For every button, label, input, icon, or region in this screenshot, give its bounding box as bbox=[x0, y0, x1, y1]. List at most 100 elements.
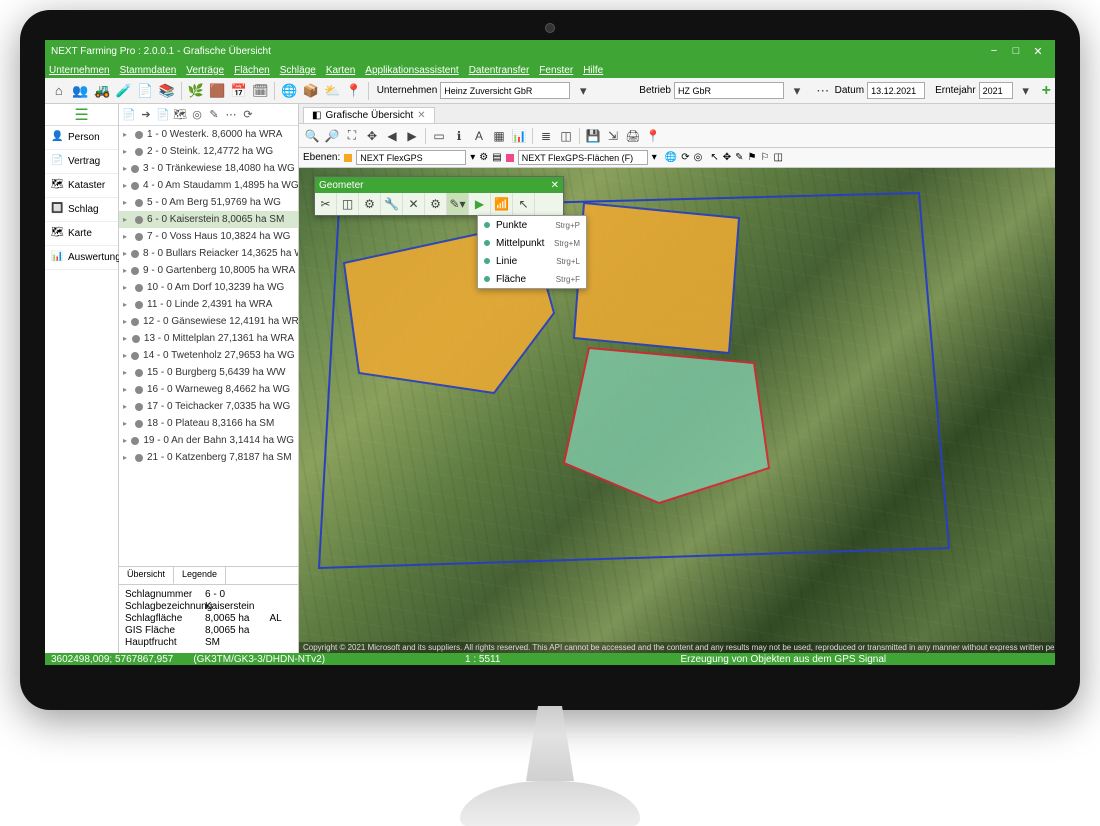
books-icon[interactable]: 📚 bbox=[157, 81, 177, 101]
tree-row[interactable]: ▸3 - 0 Tränkewiese 18,4080 ha WG bbox=[119, 160, 298, 177]
cursor-icon[interactable]: ↖ bbox=[710, 152, 718, 163]
tree-row[interactable]: ▸12 - 0 Gänsewiese 12,4191 ha WRA bbox=[119, 313, 298, 330]
layers-icon[interactable]: ≣ bbox=[537, 127, 555, 145]
barrel-icon[interactable]: 🧪 bbox=[114, 81, 134, 101]
nav-karte[interactable]: 🗺Karte bbox=[45, 222, 118, 246]
tractor-icon[interactable]: 🚜 bbox=[92, 81, 112, 101]
raster-icon[interactable]: ▦ bbox=[490, 127, 508, 145]
geometer-panel[interactable]: Geometer ✕ ✂ ◫ ⚙ 🔧 ✕ ⚙ ✎▾ ▶ bbox=[314, 176, 564, 216]
tree-row[interactable]: ▸18 - 0 Plateau 8,3166 ha SM bbox=[119, 415, 298, 432]
tree-row[interactable]: ▸21 - 0 Katzenberg 7,8187 ha SM bbox=[119, 449, 298, 466]
menu-hilfe[interactable]: Hilfe bbox=[583, 65, 603, 76]
doc-icon[interactable]: 📄 bbox=[122, 108, 136, 122]
edit-icon[interactable]: ✎ bbox=[207, 108, 221, 122]
pencil-icon[interactable]: ✎ bbox=[735, 152, 743, 163]
tree-row[interactable]: ▸5 - 0 Am Berg 51,9769 ha WG bbox=[119, 194, 298, 211]
doc2-icon[interactable]: 📄 bbox=[156, 108, 170, 122]
chart-icon[interactable]: 📊 bbox=[510, 127, 528, 145]
hamburger-icon[interactable]: ☰ bbox=[45, 104, 118, 126]
people-icon[interactable]: 👥 bbox=[71, 81, 91, 101]
betrieb-field[interactable] bbox=[674, 82, 784, 99]
layer1-field[interactable] bbox=[356, 150, 466, 165]
geometer-menu-fläche[interactable]: FlächeStrg+F bbox=[478, 270, 586, 288]
layer-tool2-icon[interactable]: ▤ bbox=[492, 152, 501, 163]
tree-row[interactable]: ▸17 - 0 Teichacker 7,0335 ha WG bbox=[119, 398, 298, 415]
tab-legende[interactable]: Legende bbox=[174, 567, 226, 584]
leaf-icon[interactable]: 🌿 bbox=[186, 81, 206, 101]
tool-window-icon[interactable]: ◫ bbox=[337, 193, 359, 215]
close-tab-icon[interactable]: ✕ bbox=[417, 110, 425, 121]
minimize-button[interactable]: − bbox=[983, 42, 1005, 60]
zoom-in-icon[interactable]: 🔍 bbox=[303, 127, 321, 145]
tree-row[interactable]: ▸16 - 0 Warneweg 8,4662 ha WG bbox=[119, 381, 298, 398]
packages-icon[interactable]: 📦 bbox=[301, 81, 321, 101]
tree-row[interactable]: ▸4 - 0 Am Staudamm 1,4895 ha WG bbox=[119, 177, 298, 194]
zoom-out-icon[interactable]: 🔎 bbox=[323, 127, 341, 145]
tree-row[interactable]: ▸6 - 0 Kaiserstein 8,0065 ha SM bbox=[119, 211, 298, 228]
back-icon[interactable]: ◀ bbox=[383, 127, 401, 145]
ellipsis-icon[interactable]: ⋯ bbox=[813, 81, 833, 101]
tab-map[interactable]: ◧ Grafische Übersicht ✕ bbox=[303, 107, 435, 123]
select-icon[interactable]: ▭ bbox=[430, 127, 448, 145]
close-button[interactable]: ✕ bbox=[1027, 42, 1049, 60]
tree-row[interactable]: ▸19 - 0 An der Bahn 3,1414 ha WG bbox=[119, 432, 298, 449]
tree-row[interactable]: ▸10 - 0 Am Dorf 10,3239 ha WG bbox=[119, 279, 298, 296]
tool-cursor-icon[interactable]: ↖ bbox=[513, 193, 535, 215]
geometer-menu-punkte[interactable]: PunkteStrg+P bbox=[478, 216, 586, 234]
layer-tool-icon[interactable]: ⚙ bbox=[479, 152, 488, 163]
tree-row[interactable]: ▸2 - 0 Steink. 12,4772 ha WG bbox=[119, 143, 298, 160]
menu-verträge[interactable]: Verträge bbox=[186, 65, 224, 76]
tool-settings-icon[interactable]: ⚙ bbox=[425, 193, 447, 215]
target-icon[interactable]: ◎ bbox=[190, 108, 204, 122]
move-icon[interactable]: ✥ bbox=[723, 152, 731, 163]
datum-field[interactable] bbox=[867, 82, 925, 99]
dropdown-icon[interactable]: ▾ bbox=[1016, 81, 1036, 101]
zoom-extent-icon[interactable]: ⛶ bbox=[343, 127, 361, 145]
map-icon[interactable]: 🗺 bbox=[173, 108, 187, 122]
nav-kataster[interactable]: 🗺Kataster bbox=[45, 174, 118, 198]
maximize-button[interactable]: □ bbox=[1005, 42, 1027, 60]
tool-wrench-icon[interactable]: 🔧 bbox=[381, 193, 403, 215]
tree-row[interactable]: ▸13 - 0 Mittelplan 27,1361 ha WRA bbox=[119, 330, 298, 347]
tab-uebersicht[interactable]: Übersicht bbox=[119, 567, 174, 584]
nav-person[interactable]: 👤Person bbox=[45, 126, 118, 150]
gps-pin-icon[interactable]: 📍 bbox=[644, 127, 662, 145]
tool-cut-icon[interactable]: ✂ bbox=[315, 193, 337, 215]
calendar-icon[interactable]: 📅 bbox=[229, 81, 249, 101]
tree-row[interactable]: ▸8 - 0 Bullars Reiacker 14,3625 ha WG bbox=[119, 245, 298, 262]
more-icon[interactable]: ⋯ bbox=[224, 108, 238, 122]
menu-unternehmen[interactable]: Unternehmen bbox=[49, 65, 110, 76]
tree-row[interactable]: ▸15 - 0 Burgberg 5,6439 ha WW bbox=[119, 364, 298, 381]
dropdown-icon[interactable]: ▾ bbox=[470, 152, 475, 163]
nav-schlag[interactable]: 🔲Schlag bbox=[45, 198, 118, 222]
home-icon[interactable]: ⌂ bbox=[49, 81, 69, 101]
unternehmen-field[interactable] bbox=[440, 82, 570, 99]
tool-gear-icon[interactable]: ⚙ bbox=[359, 193, 381, 215]
map-canvas[interactable]: Geometer ✕ ✂ ◫ ⚙ 🔧 ✕ ⚙ ✎▾ ▶ bbox=[299, 168, 1055, 653]
globe-icon[interactable]: 🌐 bbox=[279, 81, 299, 101]
forward-icon[interactable]: ▶ bbox=[403, 127, 421, 145]
target2-icon[interactable]: ◎ bbox=[694, 152, 703, 163]
weather-icon[interactable]: ⛅ bbox=[322, 81, 342, 101]
tree-row[interactable]: ▸7 - 0 Voss Haus 10,3824 ha WG bbox=[119, 228, 298, 245]
nav-vertrag[interactable]: 📄Vertrag bbox=[45, 150, 118, 174]
print-icon[interactable]: 🖨 bbox=[624, 127, 642, 145]
layer2-field[interactable] bbox=[518, 150, 648, 165]
tool-pencil-icon[interactable]: ✎▾ bbox=[447, 193, 469, 215]
doc-icon[interactable]: 📄 bbox=[136, 81, 156, 101]
export-icon[interactable]: ⇲ bbox=[604, 127, 622, 145]
tool-cross-icon[interactable]: ✕ bbox=[403, 193, 425, 215]
pin-icon[interactable]: 📍 bbox=[344, 81, 364, 101]
menu-schläge[interactable]: Schläge bbox=[280, 65, 316, 76]
menu-karten[interactable]: Karten bbox=[326, 65, 355, 76]
box-icon[interactable]: ◫ bbox=[773, 152, 782, 163]
menu-applikationsassistent[interactable]: Applikationsassistent bbox=[365, 65, 458, 76]
calendar2-icon[interactable]: 🗓 bbox=[251, 81, 271, 101]
tree-row[interactable]: ▸11 - 0 Linde 2,4391 ha WRA bbox=[119, 296, 298, 313]
geometer-menu-mittelpunkt[interactable]: MittelpunktStrg+M bbox=[478, 234, 586, 252]
field-icon[interactable]: 🟫 bbox=[207, 81, 227, 101]
menu-fenster[interactable]: Fenster bbox=[539, 65, 573, 76]
close-geometer-icon[interactable]: ✕ bbox=[551, 180, 559, 191]
layers2-icon[interactable]: ◫ bbox=[557, 127, 575, 145]
save-icon[interactable]: 💾 bbox=[584, 127, 602, 145]
